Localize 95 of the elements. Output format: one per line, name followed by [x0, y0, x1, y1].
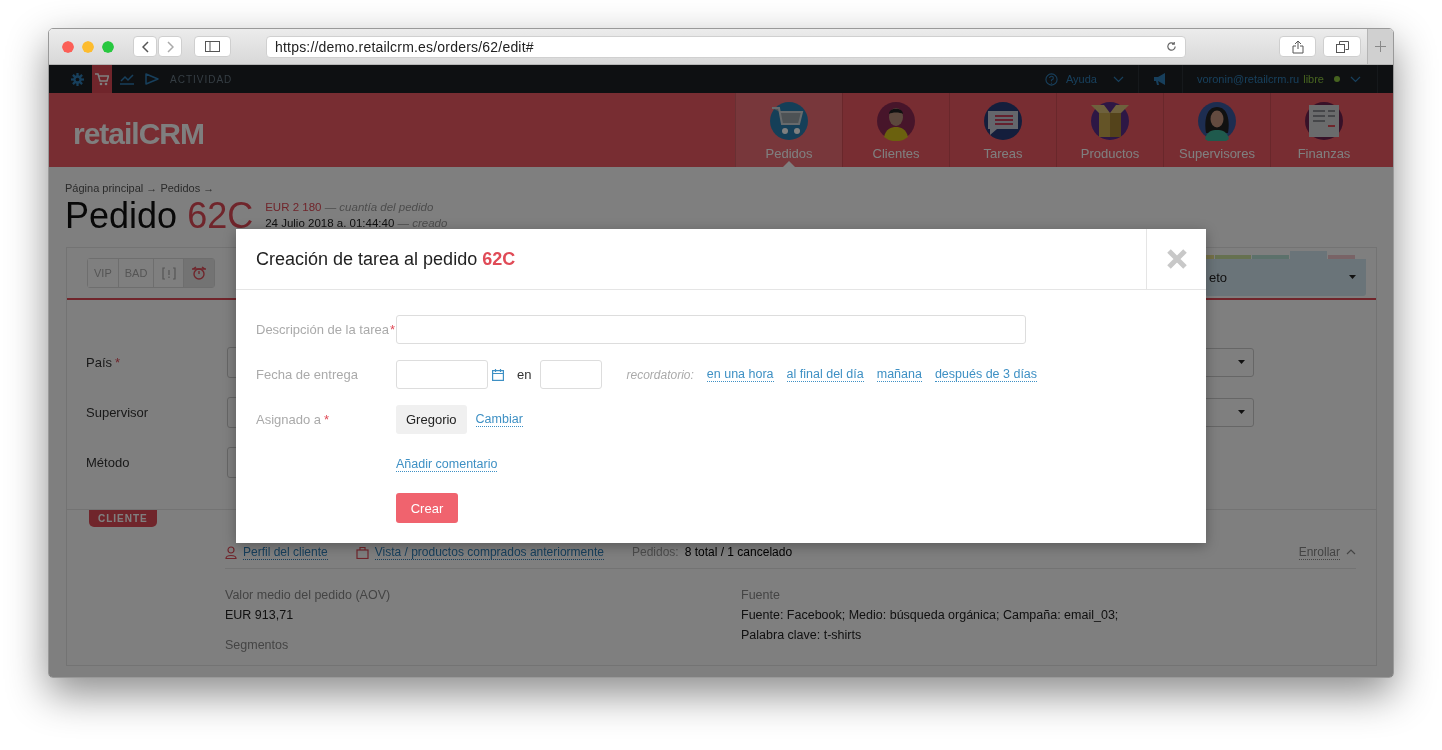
play-icon[interactable]	[145, 73, 159, 85]
settings-icon[interactable]	[70, 72, 84, 86]
share-button[interactable]	[1279, 36, 1316, 57]
help-link[interactable]: Ayuda	[1065, 73, 1097, 85]
reminder-link[interactable]: al final del día	[786, 367, 864, 382]
nav-item[interactable]: Supervisores	[1163, 93, 1270, 167]
chat-icon	[983, 101, 1023, 141]
share-icon	[1291, 39, 1304, 54]
ledger-icon	[1304, 101, 1344, 141]
cart-icon	[769, 101, 809, 141]
create-button[interactable]: Crear	[396, 493, 458, 523]
logo[interactable]: retailCRM	[73, 117, 205, 151]
page-title: Pedido	[65, 195, 178, 236]
pointer-icon	[783, 161, 795, 167]
field-label: Supervisor	[86, 404, 149, 420]
description-field[interactable]	[396, 315, 1026, 344]
new-tab-button[interactable]	[1367, 29, 1393, 64]
reminder-link[interactable]: mañana	[876, 367, 922, 382]
maximize-window-icon[interactable]	[102, 40, 114, 53]
plus-icon	[1375, 41, 1386, 52]
close-window-icon[interactable]	[62, 40, 74, 53]
megaphone-icon[interactable]	[1152, 73, 1168, 85]
chevron-down-icon[interactable]	[1350, 75, 1361, 83]
reminder-link[interactable]: después de 3 días	[934, 367, 1038, 382]
add-comment-link[interactable]: Añadir comentario	[396, 457, 498, 472]
nav-item[interactable]: Productos	[1056, 93, 1163, 167]
caret-icon	[1349, 275, 1356, 279]
nav-item[interactable]: Finanzas	[1270, 93, 1377, 167]
sidebar-icon	[205, 41, 220, 52]
field-label: Asignado a	[256, 412, 322, 427]
time-field[interactable]	[540, 360, 603, 389]
info-label: Segmentos	[225, 637, 290, 654]
flag-icon	[161, 266, 176, 280]
field-label: Método	[86, 454, 130, 470]
top-bar-tab[interactable]	[92, 65, 112, 93]
assignee-chip[interactable]: Gregorio	[396, 405, 467, 434]
section-badge: CLIENTE	[89, 510, 157, 527]
required-mark: *	[324, 412, 330, 427]
reload-icon[interactable]	[1166, 41, 1177, 52]
order-number: 62C	[187, 195, 254, 236]
breadcrumb: Página principal → Pedidos →	[65, 182, 216, 194]
field-label: País	[86, 354, 112, 370]
orders-count: 8 total / 1 cancelado	[684, 545, 793, 559]
caret-icon	[1238, 360, 1245, 364]
change-link[interactable]: Cambiar	[475, 412, 523, 427]
created-date: 24 Julio 2018 a. 01:44:40	[265, 217, 395, 229]
box-icon	[1090, 101, 1130, 141]
info-value: Fuente: Facebook; Medio: búsqueda orgánica; Campaña: email_03;	[741, 607, 1120, 624]
order-amount: EUR 2 180	[265, 201, 322, 213]
info-label: Valor medio del pedido (AOV)	[225, 587, 392, 604]
help-icon[interactable]	[1044, 72, 1058, 86]
calendar-icon[interactable]	[492, 368, 504, 381]
chart-icon[interactable]	[120, 73, 134, 85]
user-email[interactable]: voronin@retailcrm.ru	[1196, 73, 1300, 85]
cart-icon[interactable]	[95, 72, 109, 86]
alarm-button[interactable]	[184, 259, 215, 287]
time-separator: en	[517, 367, 532, 382]
required-mark: *	[115, 354, 121, 370]
nav-item[interactable]: Tareas	[949, 93, 1056, 167]
address-field[interactable]: https://demo.retailcrm.es/orders/62/edit#	[266, 35, 1186, 58]
reminder-label: recordatorio:	[626, 367, 694, 382]
date-field[interactable]	[396, 360, 488, 389]
tabs-button[interactable]	[1323, 36, 1361, 57]
forward-button[interactable]	[158, 36, 182, 57]
sidebar-button[interactable]	[194, 36, 231, 57]
close-button[interactable]	[1146, 229, 1206, 289]
client-link[interactable]: Perfil del cliente	[243, 544, 328, 560]
chevron-left-icon	[141, 40, 149, 53]
alarm-icon	[191, 266, 208, 280]
caret-icon	[1238, 410, 1245, 414]
minimize-window-icon[interactable]	[82, 40, 94, 53]
status-dot	[1334, 76, 1340, 82]
plan-label: libre	[1303, 73, 1324, 85]
required-mark: *	[389, 322, 396, 337]
person-icon	[225, 545, 237, 559]
collapse-link[interactable]: Enrollar	[1298, 544, 1340, 560]
info-value: Palabra clave: t-shirts	[741, 627, 863, 644]
woman-icon	[1197, 101, 1237, 141]
chevron-down-icon[interactable]	[1112, 75, 1124, 83]
reminder-link[interactable]: en una hora	[706, 367, 774, 382]
field-label: Descripción de la tarea	[256, 322, 389, 337]
field-label: Fecha de entrega	[256, 367, 359, 382]
tabs-icon	[1335, 40, 1349, 53]
client-link[interactable]: Vista / productos comprados anteriormente	[374, 544, 604, 560]
bag-icon	[355, 545, 369, 559]
chevron-right-icon	[166, 40, 174, 53]
status-select[interactable]: eto	[1205, 258, 1366, 296]
nav-item[interactable]: Clientes	[842, 93, 949, 167]
info-label: Fuente	[741, 587, 781, 604]
info-value: EUR 913,71	[225, 607, 295, 624]
close-icon	[1165, 248, 1188, 270]
back-button[interactable]	[133, 36, 157, 57]
chevron-up-icon[interactable]	[1346, 549, 1356, 555]
dialog-title: Creación de tarea al pedido 62C	[255, 248, 517, 270]
person-icon	[876, 101, 916, 141]
